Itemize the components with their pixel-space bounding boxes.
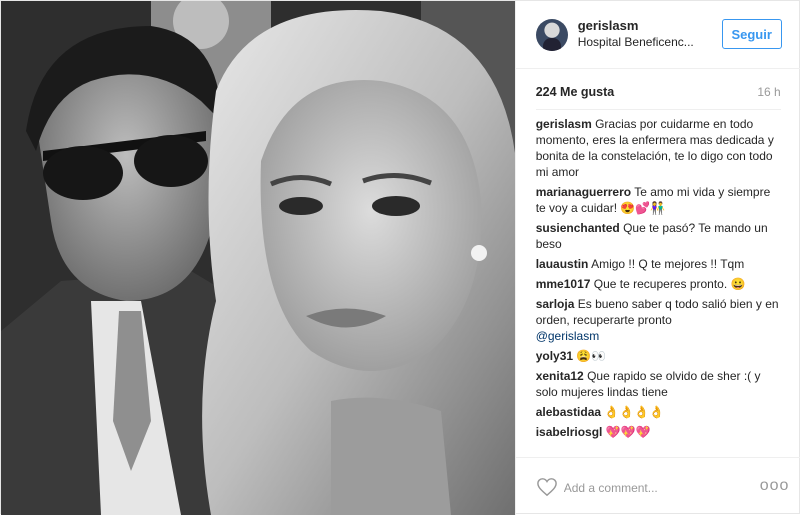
- comment: yoly31 😩👀: [536, 348, 781, 364]
- comment-mention[interactable]: @gerislasm: [536, 328, 781, 344]
- post-time: 16 h: [757, 85, 781, 99]
- post-side-panel: gerislasm Hospital Beneficenc... Seguir …: [514, 1, 800, 515]
- likes-row: 224 Me gusta 16 h: [536, 85, 781, 101]
- comment-username[interactable]: gerislasm: [536, 117, 592, 131]
- divider: [535, 109, 781, 110]
- selfie-image: [1, 1, 515, 515]
- comments-list: gerislasm Gracias por cuidarme en todo m…: [536, 116, 781, 456]
- location[interactable]: Hospital Beneficenc...: [578, 35, 713, 49]
- avatar[interactable]: [535, 19, 568, 51]
- comment: lauaustin Amigo !! Q te mejores !! Tqm: [536, 256, 781, 272]
- comment-username[interactable]: lauaustin: [536, 257, 589, 271]
- comment: susienchanted Que te pasó? Te mando un b…: [536, 220, 781, 252]
- comment: sarloja Es bueno saber q todo salió bien…: [536, 296, 781, 344]
- comment-text: 💖💖💖: [605, 425, 651, 439]
- heart-icon[interactable]: [536, 477, 558, 497]
- likes-count[interactable]: 224 Me gusta: [536, 85, 615, 99]
- comment-username[interactable]: mme1017: [536, 277, 591, 291]
- comment: marianaguerrero Te amo mi vida y siempre…: [536, 184, 781, 216]
- comment: mme1017 Que te recuperes pronto. 😀: [536, 276, 781, 292]
- comment: xenita12 Que rapido se olvido de sher :(…: [536, 368, 781, 400]
- comment-username[interactable]: isabelriosgl: [536, 425, 603, 439]
- username[interactable]: gerislasm: [578, 18, 639, 33]
- comment-username[interactable]: alebastidaa: [536, 405, 601, 419]
- comment-text: Amigo !! Q te mejores !! Tqm: [591, 257, 745, 271]
- comment: gerislasm Gracias por cuidarme en todo m…: [536, 116, 781, 180]
- comment: isabelriosgl 💖💖💖: [536, 424, 781, 440]
- more-options-icon[interactable]: ooo: [760, 477, 789, 495]
- comment-username[interactable]: susienchanted: [536, 221, 620, 235]
- comment-text: 😩👀: [576, 349, 607, 363]
- comment-username[interactable]: yoly31: [536, 349, 573, 363]
- instagram-post: gerislasm Hospital Beneficenc... Seguir …: [0, 0, 800, 515]
- comment-username[interactable]: xenita12: [536, 369, 584, 383]
- post-footer: ooo: [515, 457, 800, 515]
- follow-button[interactable]: Seguir: [721, 19, 782, 49]
- add-comment-input[interactable]: [563, 479, 754, 497]
- comment: alebastidaa 👌👌👌👌: [536, 404, 781, 420]
- post-header: gerislasm Hospital Beneficenc... Seguir: [515, 1, 800, 69]
- post-photo[interactable]: [1, 1, 515, 515]
- comment-text: 👌👌👌👌: [604, 405, 665, 419]
- comment-username[interactable]: marianaguerrero: [536, 185, 631, 199]
- comment-text: Que te recuperes pronto. 😀: [593, 277, 746, 291]
- comment-username[interactable]: sarloja: [536, 297, 575, 311]
